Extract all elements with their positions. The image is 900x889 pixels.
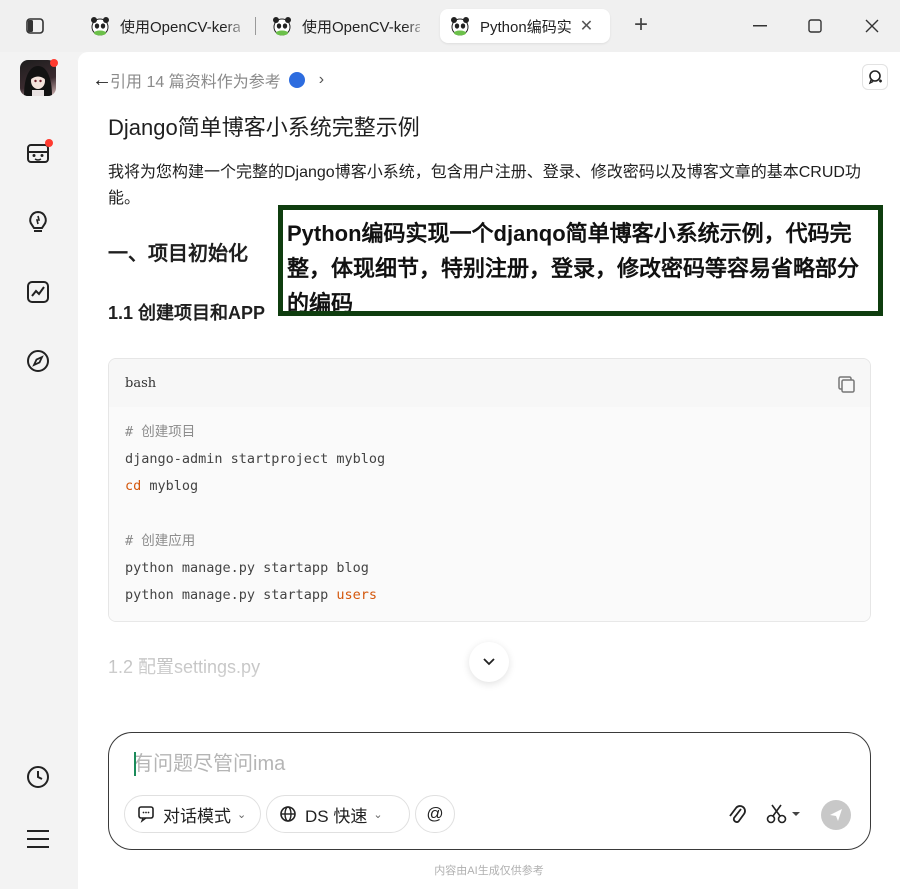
copy-icon[interactable] xyxy=(836,374,856,394)
code-token: python manage.py startapp blog xyxy=(125,559,369,576)
left-rail xyxy=(0,52,78,889)
code-line: django-admin startproject myblog xyxy=(125,446,854,473)
mode-label: 对话模式 xyxy=(163,806,231,826)
code-token: django-admin startproject myblog xyxy=(125,451,386,468)
window-close-icon[interactable] xyxy=(857,12,887,40)
disclaimer-text: 内容由AI生成仅供参考 xyxy=(434,865,544,877)
code-block: bash # 创建项目 django-admin startproject myb… xyxy=(108,358,871,622)
lightbulb-icon[interactable] xyxy=(22,206,54,238)
panda-icon xyxy=(91,17,109,36)
tab-title: 使用OpenCV-keras xyxy=(120,18,240,36)
notification-dot xyxy=(45,139,53,147)
notification-dot xyxy=(50,59,58,67)
chat-input[interactable] xyxy=(133,749,833,779)
compass-icon[interactable] xyxy=(22,345,54,377)
code-token: # 创建应用 xyxy=(125,532,196,549)
globe-icon xyxy=(279,805,297,823)
code-token: python manage.py startapp xyxy=(125,587,337,604)
send-icon xyxy=(830,809,842,821)
code-line: python manage.py startapp users xyxy=(125,582,854,609)
code-line: python manage.py startapp blog xyxy=(125,555,854,582)
chevron-down-icon: ⌄ xyxy=(237,808,247,821)
back-arrow-icon[interactable]: ← xyxy=(92,69,112,92)
reference-link[interactable]: 引用 14 篇资料作为参考 xyxy=(110,68,281,92)
code-line: # 创建应用 xyxy=(125,528,854,555)
code-header: bash xyxy=(109,359,870,407)
subsection-heading: 1.2 配置settings.py xyxy=(108,657,261,677)
close-tab-icon[interactable]: ✕ xyxy=(580,16,593,36)
tab-python-active[interactable]: Python编码实 ✕ xyxy=(440,9,610,43)
code-token: cd xyxy=(125,478,142,495)
panda-icon xyxy=(451,17,469,36)
tab-separator xyxy=(255,17,256,35)
model-selector[interactable]: DS 快速 ⌄ xyxy=(266,795,410,833)
scroll-down-button[interactable] xyxy=(469,642,509,682)
scissors-icon[interactable] xyxy=(764,800,804,828)
code-line: cd myblog xyxy=(125,473,854,500)
article-title: Django简单博客小系统完整示例 xyxy=(108,115,420,140)
send-button[interactable] xyxy=(821,800,851,830)
chart-edit-icon[interactable] xyxy=(22,276,54,308)
minimize-icon[interactable] xyxy=(745,12,775,40)
source-badge-icon xyxy=(288,72,305,88)
chat-composer: 对话模式 ⌄ DS 快速 ⌄ @ xyxy=(108,732,871,850)
tab-bar: 使用OpenCV-keras 使用OpenCV-keras Python编码实 … xyxy=(0,0,900,52)
tab-opencv-1[interactable]: 使用OpenCV-keras xyxy=(80,9,250,43)
paperclip-icon[interactable] xyxy=(723,800,751,828)
code-token: users xyxy=(336,587,377,604)
new-tab-button[interactable]: + xyxy=(628,11,654,38)
mode-selector[interactable]: 对话模式 ⌄ xyxy=(124,795,261,833)
code-body: # 创建项目 django-admin startproject myblog cd… xyxy=(109,407,870,621)
chevron-down-icon xyxy=(483,658,495,666)
code-language: bash xyxy=(125,375,157,391)
sidebar-toggle-icon[interactable] xyxy=(22,14,48,38)
maximize-icon[interactable] xyxy=(800,12,830,40)
clock-icon[interactable] xyxy=(22,761,54,793)
code-token: # 创建项目 xyxy=(125,424,196,440)
main-panel: ← 引用 14 篇资料作为参考 › Django简单博客小系统完整示例 我将为您… xyxy=(78,52,900,889)
tab-opencv-2[interactable]: 使用OpenCV-keras xyxy=(262,9,430,43)
tab-title: Python编码实 xyxy=(480,18,572,36)
model-label: DS 快速 xyxy=(305,806,368,826)
menu-icon[interactable] xyxy=(22,823,54,855)
annotation-box: Python编码实现一个djanqo简单博客小系统示例，代码完整，体现细节，特别… xyxy=(278,205,883,316)
text-caret xyxy=(134,752,136,776)
chevron-down-icon: ⌄ xyxy=(373,808,383,821)
reference-row: ← 引用 14 篇资料作为参考 › xyxy=(92,66,324,94)
code-line: # 创建项目 xyxy=(125,419,854,446)
mention-button[interactable]: @ xyxy=(415,795,455,833)
chevron-right-icon[interactable]: › xyxy=(319,71,324,89)
code-token: myblog xyxy=(141,478,199,495)
tab-title: 使用OpenCV-keras xyxy=(302,18,420,36)
new-chat-icon[interactable] xyxy=(862,64,888,90)
panda-icon xyxy=(273,17,291,36)
chat-bubble-icon xyxy=(137,805,155,823)
